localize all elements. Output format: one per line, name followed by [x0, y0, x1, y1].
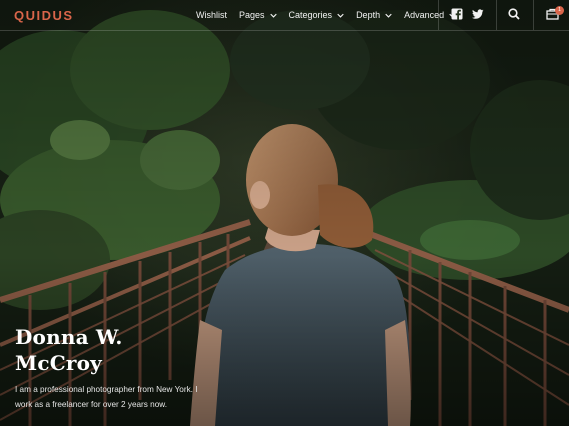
chevron-down-icon: [269, 12, 277, 19]
nav-item-advanced[interactable]: Advanced: [404, 10, 456, 20]
search-icon[interactable]: [508, 8, 522, 22]
top-navigation-bar: QUIDUS Wishlist Pages Categories Depth A…: [0, 0, 569, 31]
profile-bio: I am a professional photographer from Ne…: [15, 385, 198, 409]
nav-item-pages[interactable]: Pages: [239, 10, 277, 20]
nav-divider: [496, 0, 497, 30]
twitter-icon[interactable]: [472, 8, 486, 22]
profile-name: Donna W. McCroy: [15, 325, 123, 375]
nav-item-label: Pages: [239, 10, 265, 20]
facebook-icon[interactable]: [451, 8, 465, 22]
nav-item-label: Categories: [288, 10, 333, 20]
nav-divider: [533, 0, 534, 30]
chevron-down-icon: [337, 12, 344, 19]
nav-item-depth[interactable]: Depth: [356, 10, 392, 20]
nav-divider: [438, 0, 439, 30]
nav-item-label: Depth: [356, 10, 381, 20]
nav-item-categories[interactable]: Categories: [289, 10, 345, 20]
chevron-down-icon: [385, 12, 392, 19]
nav-item-label: Wishlist: [196, 10, 227, 20]
site-logo[interactable]: QUIDUS: [14, 8, 74, 23]
main-menu: Wishlist Pages Categories Depth Advanced: [196, 0, 468, 30]
nav-item-wishlist[interactable]: Wishlist: [196, 10, 227, 20]
cart-count-badge: 1: [555, 6, 564, 15]
profile-caption: Donna W. McCroy I am a professional phot…: [15, 324, 215, 412]
